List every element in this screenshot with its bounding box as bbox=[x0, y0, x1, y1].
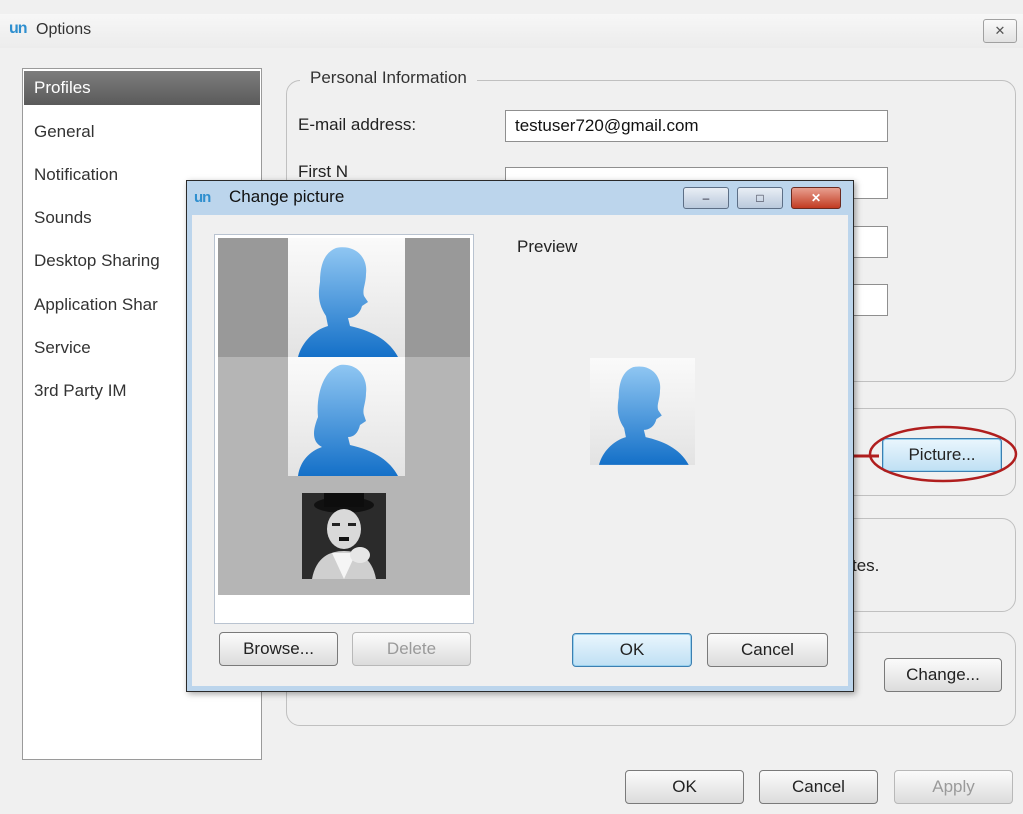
apply-button[interactable]: Apply bbox=[894, 770, 1013, 804]
email-label: E-mail address: bbox=[298, 115, 417, 134]
dialog-ok-button[interactable]: OK bbox=[572, 633, 692, 667]
photo-thumbnail-image bbox=[302, 493, 386, 579]
app-logo-icon: un bbox=[9, 20, 28, 37]
ok-button[interactable]: OK bbox=[625, 770, 744, 804]
change-button[interactable]: Change... bbox=[884, 658, 1002, 692]
female-avatar-icon bbox=[288, 357, 405, 476]
picture-item-selected[interactable] bbox=[218, 238, 470, 357]
dialog-cancel-button[interactable]: Cancel bbox=[707, 633, 828, 667]
dialog-close-button[interactable]: ✕ bbox=[791, 187, 841, 209]
preview-label: Preview bbox=[517, 237, 578, 256]
title-bar bbox=[0, 14, 1023, 48]
dialog-title: Change picture bbox=[229, 187, 345, 206]
picture-item[interactable] bbox=[218, 476, 470, 595]
email-field[interactable]: testuser720@gmail.com bbox=[505, 110, 888, 142]
nav-item-profiles[interactable]: Profiles bbox=[24, 71, 260, 105]
dialog-logo-icon: un bbox=[194, 189, 211, 206]
cancel-button[interactable]: Cancel bbox=[759, 770, 878, 804]
first-name-label: First N bbox=[298, 162, 349, 181]
browse-button[interactable]: Browse... bbox=[219, 632, 338, 666]
picture-item[interactable] bbox=[218, 357, 470, 476]
picture-list[interactable] bbox=[214, 234, 474, 624]
dialog-body: Preview Browse... Delete OK Cancel bbox=[192, 215, 848, 686]
change-picture-dialog: un Change picture – □ ✕ Preview Browse..… bbox=[186, 180, 854, 692]
minimize-button[interactable]: – bbox=[683, 187, 729, 209]
picture-highlight-ellipse bbox=[868, 425, 1018, 483]
male-avatar-icon bbox=[288, 238, 405, 357]
preview-avatar-icon bbox=[590, 358, 695, 465]
close-button[interactable]: ✕ bbox=[983, 19, 1017, 43]
status-partial-text: tes. bbox=[852, 556, 880, 575]
delete-button[interactable]: Delete bbox=[352, 632, 471, 666]
nav-item-general[interactable]: General bbox=[24, 115, 260, 149]
personal-info-legend: Personal Information bbox=[300, 68, 477, 88]
window-title: Options bbox=[36, 21, 92, 38]
maximize-button[interactable]: □ bbox=[737, 187, 783, 209]
